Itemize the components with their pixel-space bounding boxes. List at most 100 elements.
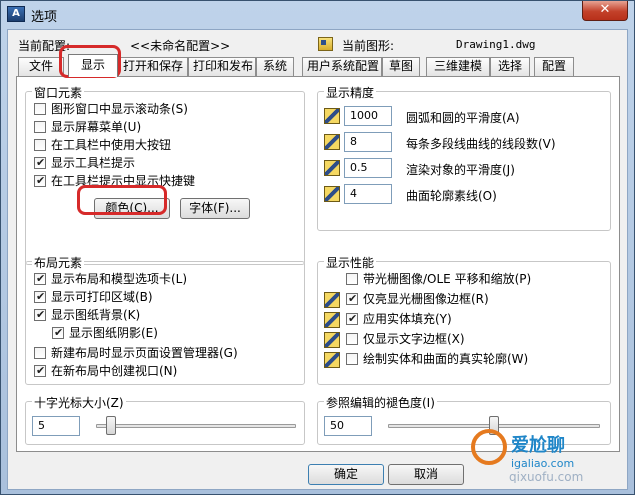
checkbox-box	[346, 311, 358, 326]
checkbox-label: 仅亮显光栅图像边框(R)	[363, 292, 489, 306]
large-buttons-checkbox[interactable]: 在工具栏中使用大按钮	[34, 138, 171, 154]
screen-menu-checkbox[interactable]: 显示屏幕菜单(U)	[34, 120, 141, 136]
checkbox-label: 显示工具栏提示	[51, 156, 136, 170]
printable-area-checkbox[interactable]: 显示可打印区域(B)	[34, 289, 153, 306]
checkbox-box	[346, 273, 358, 285]
options-dialog: A 选项 ✕ 当前配置: <<未命名配置>> 当前图形: Drawing1.dw…	[0, 0, 635, 495]
display-performance-title: 显示性能	[324, 254, 377, 271]
render-smoothness-label: 渲染对象的平滑度(J)	[406, 163, 515, 177]
checkbox-box	[52, 325, 64, 340]
watermark-url: igaliao.com	[511, 457, 574, 470]
tab-system[interactable]: 系统	[256, 57, 294, 76]
dialog-title: 选项	[31, 10, 58, 25]
checkbox-label: 图形窗口中显示滚动条(S)	[51, 102, 188, 116]
checkbox-box	[34, 271, 46, 286]
tab-open-save[interactable]: 打开和保存	[118, 57, 188, 76]
checkbox-box	[34, 363, 46, 378]
arc-smoothness-label: 圆弧和圆的平滑度(A)	[406, 111, 520, 125]
page-setup-manager-checkbox[interactable]: 新建布局时显示页面设置管理器(G)	[34, 346, 238, 362]
tab-selection[interactable]: 选择	[490, 57, 530, 76]
text-frame-icon	[324, 332, 340, 348]
contour-lines-label: 曲面轮廓素线(O)	[406, 189, 497, 203]
render-smoothness-icon	[324, 160, 340, 176]
tab-drafting[interactable]: 草图	[382, 57, 420, 76]
layout-model-tabs-checkbox[interactable]: 显示布局和模型选项卡(L)	[34, 271, 187, 288]
tab-plot-publish[interactable]: 打印和发布	[188, 57, 256, 76]
colors-button[interactable]: 颜色(C)...	[94, 198, 170, 219]
crosshair-slider-thumb[interactable]	[105, 416, 116, 435]
fonts-button[interactable]: 字体(F)...	[180, 198, 250, 219]
cancel-button[interactable]: 取消	[388, 464, 464, 485]
contour-lines-input[interactable]: 4	[344, 184, 392, 204]
checkbox-box	[34, 307, 46, 322]
silhouettes-icon	[324, 352, 340, 368]
checkbox-box	[346, 333, 358, 345]
current-profile-value: <<未命名配置>>	[130, 39, 231, 53]
layout-elements-group: 布局元素 显示布局和模型选项卡(L) 显示可打印区域(B) 显示图纸背景(K) …	[25, 254, 305, 385]
xref-fading-input[interactable]: 50	[324, 416, 372, 436]
raster-frame-icon	[324, 292, 340, 308]
watermark-footer: qixuofu.com	[509, 470, 583, 483]
polyline-segments-label: 每条多段线曲线的线段数(V)	[406, 137, 556, 151]
checkbox-label: 显示可打印区域(B)	[51, 290, 153, 304]
paper-shadow-checkbox[interactable]: 显示图纸阴影(E)	[52, 325, 158, 342]
render-smoothness-input[interactable]: 0.5	[344, 158, 392, 178]
window-elements-group: 窗口元素 图形窗口中显示滚动条(S) 显示屏幕菜单(U) 在工具栏中使用大按钮 …	[25, 84, 305, 265]
current-drawing-value: Drawing1.dwg	[456, 38, 536, 51]
dialog-body: 当前配置: <<未命名配置>> 当前图形: Drawing1.dwg 文件 显示…	[7, 29, 628, 490]
xref-fading-title: 参照编辑的褪色度(I)	[324, 394, 437, 411]
checkbox-box	[34, 289, 46, 304]
raster-pan-zoom-checkbox[interactable]: 带光栅图像/OLE 平移和缩放(P)	[346, 272, 531, 288]
tab-user-preferences[interactable]: 用户系统配置	[302, 57, 382, 76]
crosshair-size-group: 十字光标大小(Z) 5	[25, 394, 305, 445]
title-bar[interactable]: A 选项 ✕	[1, 1, 634, 29]
window-elements-title: 窗口元素	[32, 84, 85, 101]
current-drawing-label: 当前图形:	[342, 39, 395, 53]
checkbox-label: 显示图纸背景(K)	[51, 308, 141, 322]
checkbox-box	[34, 155, 46, 170]
scrollbars-checkbox[interactable]: 图形窗口中显示滚动条(S)	[34, 102, 188, 118]
raster-frame-checkbox[interactable]: 仅亮显光栅图像边框(R)	[346, 291, 489, 308]
tab-files[interactable]: 文件	[18, 57, 64, 76]
solid-fill-checkbox[interactable]: 应用实体填充(Y)	[346, 311, 452, 328]
checkbox-label: 在工具栏提示中显示快捷键	[51, 174, 196, 188]
create-viewport-checkbox[interactable]: 在新布局中创建视口(N)	[34, 363, 178, 380]
watermark-logo-icon	[471, 429, 507, 465]
checkbox-label: 显示屏幕菜单(U)	[51, 120, 142, 134]
text-frame-checkbox[interactable]: 仅显示文字边框(X)	[346, 332, 465, 348]
tab-profiles[interactable]: 配置	[534, 57, 574, 76]
site-watermark: 爱尬聊 igaliao.com qixuofu.com	[471, 429, 583, 483]
arc-smoothness-input[interactable]: 1000	[344, 106, 392, 126]
checkbox-box	[346, 291, 358, 306]
tab-3d-modeling[interactable]: 三维建模	[426, 57, 490, 76]
checkbox-box	[34, 139, 46, 151]
profile-row: 当前配置: <<未命名配置>> 当前图形: Drawing1.dwg	[18, 36, 618, 54]
shortcut-keys-checkbox[interactable]: 在工具栏提示中显示快捷键	[34, 173, 196, 190]
checkbox-label: 带光栅图像/OLE 平移和缩放(P)	[363, 272, 532, 286]
checkbox-box	[34, 173, 46, 188]
tooltips-checkbox[interactable]: 显示工具栏提示	[34, 155, 136, 172]
autocad-app-icon: A	[7, 6, 25, 22]
polyline-segments-input[interactable]: 8	[344, 132, 392, 152]
checkbox-label: 绘制实体和曲面的真实轮廓(W)	[363, 352, 529, 366]
crosshair-slider-track[interactable]	[96, 424, 296, 428]
checkbox-label: 在工具栏中使用大按钮	[51, 138, 172, 152]
checkbox-label: 在新布局中创建视口(N)	[51, 364, 178, 378]
paper-background-checkbox[interactable]: 显示图纸背景(K)	[34, 307, 141, 324]
close-button[interactable]: ✕	[582, 1, 628, 21]
checkbox-label: 仅显示文字边框(X)	[363, 332, 465, 346]
tab-strip: 文件 显示 打开和保存 打印和发布 系统 用户系统配置 草图 三维建模 选择 配…	[16, 54, 620, 77]
tab-display[interactable]: 显示	[68, 54, 118, 77]
silhouettes-checkbox[interactable]: 绘制实体和曲面的真实轮廓(W)	[346, 352, 528, 368]
polyline-segments-icon	[324, 134, 340, 150]
solid-fill-icon	[324, 312, 340, 328]
contour-lines-icon	[324, 186, 340, 202]
arc-smoothness-icon	[324, 108, 340, 124]
checkbox-box	[34, 103, 46, 115]
drawing-icon	[318, 37, 333, 51]
ok-button[interactable]: 确定	[308, 464, 384, 485]
display-resolution-title: 显示精度	[324, 84, 377, 101]
display-resolution-group: 显示精度 1000 圆弧和圆的平滑度(A) 8 每条多段线曲线的线段数(V) 0…	[317, 84, 611, 231]
checkbox-label: 新建布局时显示页面设置管理器(G)	[51, 346, 238, 360]
crosshair-size-input[interactable]: 5	[32, 416, 80, 436]
